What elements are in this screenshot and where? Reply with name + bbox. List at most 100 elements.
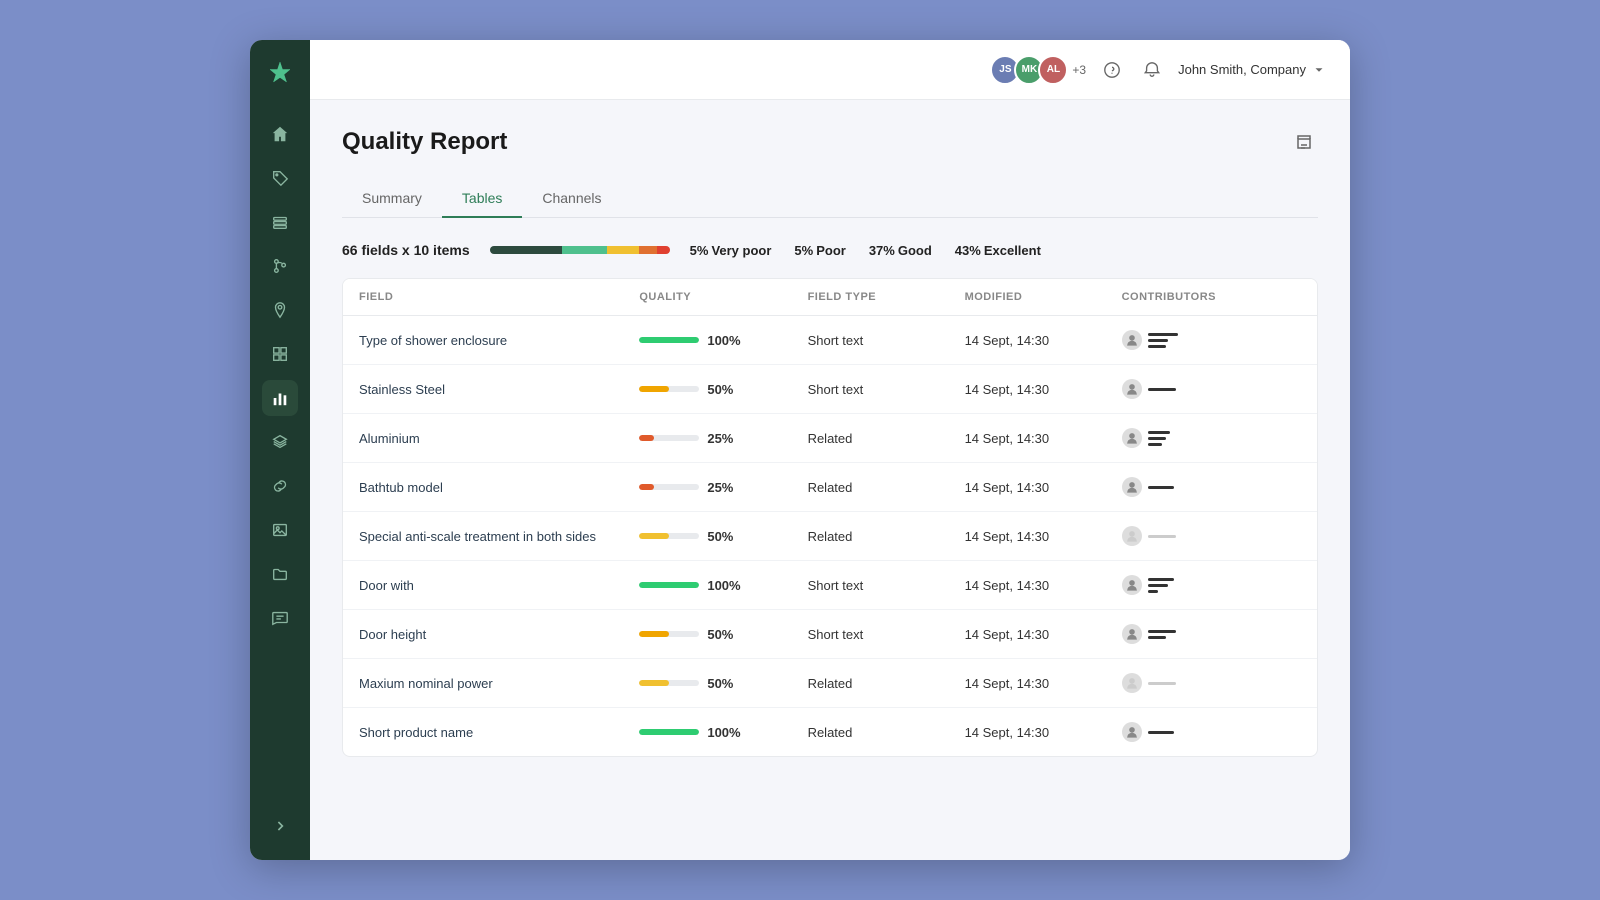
contributor-line: [1148, 731, 1174, 734]
cell-field: Door with: [359, 578, 639, 593]
cell-quality: 100%: [639, 725, 807, 740]
sidebar-item-location[interactable]: [262, 292, 298, 328]
cell-field-type: Short text: [808, 382, 965, 397]
contributor-line: [1148, 339, 1168, 342]
app-logo[interactable]: [262, 56, 298, 92]
contributor-line: [1148, 636, 1166, 639]
sidebar-item-layers[interactable]: [262, 204, 298, 240]
table-row[interactable]: Type of shower enclosure100%Short text14…: [343, 316, 1317, 365]
cell-field-type: Related: [808, 431, 965, 446]
cell-modified: 14 Sept, 14:30: [965, 725, 1122, 740]
cell-field-type: Short text: [808, 578, 965, 593]
cell-contributors: [1122, 526, 1301, 546]
cell-modified: 14 Sept, 14:30: [965, 627, 1122, 642]
cell-field-type: Short text: [808, 627, 965, 642]
table-row[interactable]: Aluminium25%Related14 Sept, 14:30: [343, 414, 1317, 463]
contributor-line: [1148, 333, 1178, 336]
sidebar-item-link[interactable]: [262, 468, 298, 504]
table-row[interactable]: Stainless Steel50%Short text14 Sept, 14:…: [343, 365, 1317, 414]
cell-contributors: [1122, 428, 1301, 448]
table-row[interactable]: Maxium nominal power50%Related14 Sept, 1…: [343, 659, 1317, 708]
stat-good: 37%Good: [869, 243, 935, 258]
sidebar-item-image[interactable]: [262, 512, 298, 548]
cell-field: Type of shower enclosure: [359, 333, 639, 348]
cell-quality: 25%: [639, 480, 807, 495]
quality-progress-bar: [490, 246, 670, 254]
contributor-lines: [1148, 388, 1176, 391]
col-quality: QUALITY: [639, 291, 807, 303]
cell-field-type: Related: [808, 725, 965, 740]
progress-red: [657, 246, 670, 254]
sidebar-item-chart[interactable]: [262, 380, 298, 416]
cell-quality: 25%: [639, 431, 807, 446]
topbar-right: JS MK AL +3 John Smith, Company: [990, 55, 1326, 85]
tab-channels[interactable]: Channels: [522, 180, 621, 218]
cell-contributors: [1122, 477, 1301, 497]
sidebar-item-grid[interactable]: [262, 336, 298, 372]
contributor-lines: [1148, 731, 1174, 734]
cell-modified: 14 Sept, 14:30: [965, 676, 1122, 691]
tab-summary[interactable]: Summary: [342, 180, 442, 218]
tab-tables[interactable]: Tables: [442, 180, 522, 218]
table-row[interactable]: Bathtub model25%Related14 Sept, 14:30: [343, 463, 1317, 512]
cell-field-type: Short text: [808, 333, 965, 348]
notification-icon[interactable]: [1138, 56, 1166, 84]
cell-field: Door height: [359, 627, 639, 642]
contributor-avatar: [1122, 722, 1142, 742]
contributor-line: [1148, 630, 1176, 633]
sidebar-item-folder[interactable]: [262, 556, 298, 592]
fields-count: 66 fields x 10 items: [342, 242, 470, 258]
topbar: JS MK AL +3 John Smith, Company: [310, 40, 1350, 100]
user-menu[interactable]: John Smith, Company: [1178, 62, 1326, 77]
sidebar-item-stack[interactable]: [262, 424, 298, 460]
table-row[interactable]: Short product name100%Related14 Sept, 14…: [343, 708, 1317, 756]
contributor-lines: [1148, 682, 1176, 685]
data-table: FIELD QUALITY FIELD TYPE MODIFIED CONTRI…: [342, 278, 1318, 757]
cell-modified: 14 Sept, 14:30: [965, 480, 1122, 495]
contributor-avatar: [1122, 526, 1142, 546]
cell-contributors: [1122, 379, 1301, 399]
cell-field: Stainless Steel: [359, 382, 639, 397]
sidebar-expand-chevron[interactable]: [262, 808, 298, 844]
contributor-avatar: [1122, 477, 1142, 497]
cell-field-type: Related: [808, 480, 965, 495]
contributor-line: [1148, 486, 1174, 489]
table-row[interactable]: Door height50%Short text14 Sept, 14:30: [343, 610, 1317, 659]
page-title: Quality Report: [342, 128, 507, 156]
cell-quality: 100%: [639, 578, 807, 593]
stat-poor: 5%Poor: [794, 243, 848, 258]
sidebar-item-git[interactable]: [262, 248, 298, 284]
cell-quality: 50%: [639, 676, 807, 691]
sidebar-item-tag[interactable]: [262, 160, 298, 196]
contributor-line: [1148, 682, 1176, 685]
cell-field: Aluminium: [359, 431, 639, 446]
cell-contributors: [1122, 722, 1301, 742]
progress-orange: [639, 246, 657, 254]
cell-contributors: [1122, 575, 1301, 595]
stats-bar: 66 fields x 10 items 5%Very poor 5%Poor …: [342, 242, 1318, 258]
col-field-type: FIELD TYPE: [808, 291, 965, 303]
cell-contributors: [1122, 673, 1301, 693]
avatar-group: JS MK AL +3: [990, 55, 1086, 85]
avatar-3: AL: [1038, 55, 1068, 85]
contributor-lines: [1148, 333, 1178, 348]
cell-modified: 14 Sept, 14:30: [965, 431, 1122, 446]
table-row[interactable]: Door with100%Short text14 Sept, 14:30: [343, 561, 1317, 610]
stat-very-poor: 5%Very poor: [690, 243, 775, 258]
cell-field: Short product name: [359, 725, 639, 740]
contributor-line: [1148, 584, 1168, 587]
table-header: FIELD QUALITY FIELD TYPE MODIFIED CONTRI…: [343, 279, 1317, 316]
sidebar-item-chat[interactable]: [262, 600, 298, 636]
print-icon[interactable]: [1290, 128, 1318, 156]
contributor-line: [1148, 345, 1166, 348]
contributor-lines: [1148, 431, 1170, 446]
col-modified: MODIFIED: [965, 291, 1122, 303]
contributor-line: [1148, 590, 1158, 593]
table-row[interactable]: Special anti-scale treatment in both sid…: [343, 512, 1317, 561]
sidebar-item-home[interactable]: [262, 116, 298, 152]
contributor-line: [1148, 431, 1170, 434]
contributor-avatar: [1122, 673, 1142, 693]
help-icon[interactable]: [1098, 56, 1126, 84]
user-name: John Smith, Company: [1178, 62, 1306, 77]
contributor-lines: [1148, 630, 1176, 639]
